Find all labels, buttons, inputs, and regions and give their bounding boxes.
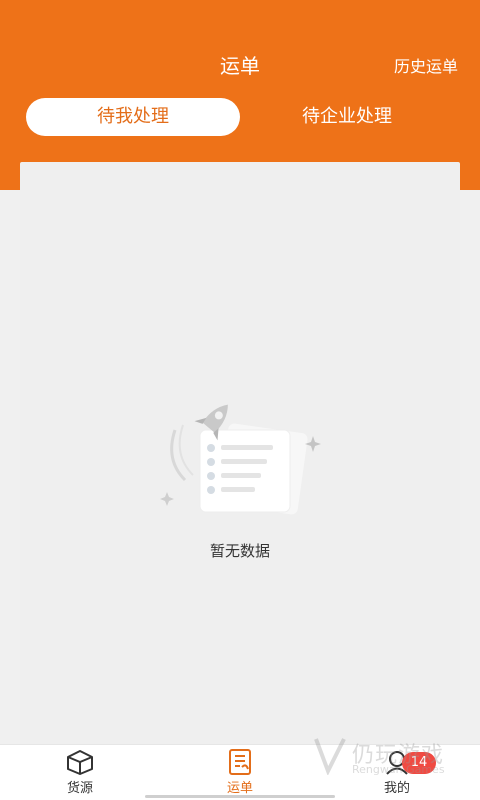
tabbar-label: 货源 [66, 781, 93, 796]
tabbar-item-goods[interactable]: 货源 [35, 749, 125, 796]
tab-pending-me[interactable]: 待我处理 [26, 98, 240, 136]
tabbar-label: 运单 [226, 781, 253, 796]
tab-pending-company[interactable]: 待企业处理 [240, 98, 454, 136]
watermark-logo-icon [314, 738, 346, 775]
tabbar-label: 我的 [383, 781, 410, 796]
watermark-subtext: Rengwan Games [352, 763, 445, 776]
box-icon [67, 750, 93, 775]
history-waybill-link[interactable]: 历史运单 [394, 53, 458, 77]
watermark: 仍玩游戏 Rengwan Games [312, 735, 472, 779]
empty-state-text: 暂无数据 [209, 542, 270, 560]
waybill-icon [229, 749, 251, 775]
home-indicator[interactable] [145, 795, 335, 798]
rocket-document-icon [160, 404, 321, 515]
tabbar-item-waybill[interactable]: 运单 [195, 749, 285, 796]
